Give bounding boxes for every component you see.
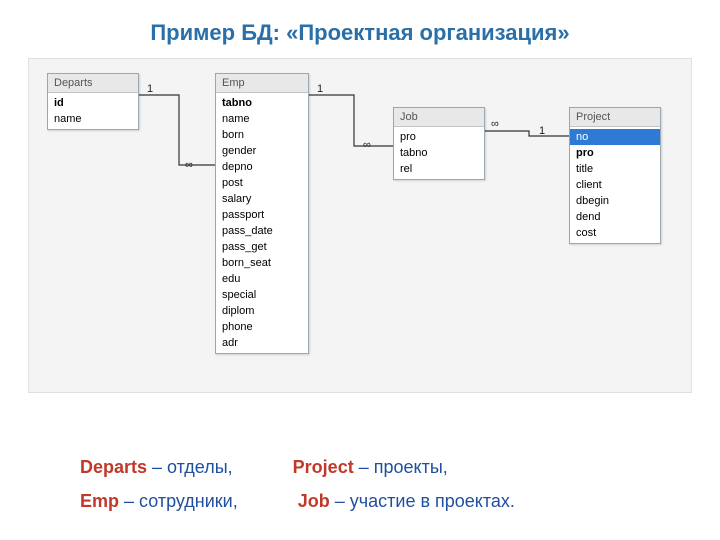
- table-fields: protabnorel: [394, 127, 484, 179]
- cardinality-one: 1: [317, 83, 323, 95]
- er-diagram: 1 ∞ 1 ∞ ∞ 1 Departs idname Emp tabnoname…: [28, 58, 692, 393]
- cardinality-one: 1: [147, 83, 153, 95]
- field-row: tabno: [394, 145, 484, 161]
- cardinality-many: ∞: [363, 139, 371, 151]
- field-row: post: [216, 175, 308, 191]
- cardinality-many: ∞: [185, 159, 193, 171]
- cardinality-one: 1: [539, 125, 545, 137]
- field-row: cost: [570, 225, 660, 241]
- table-departs: Departs idname: [47, 73, 139, 130]
- field-row: tabno: [216, 95, 308, 111]
- table-header: Emp: [216, 74, 308, 93]
- field-row: phone: [216, 319, 308, 335]
- field-row: edu: [216, 271, 308, 287]
- table-emp: Emp tabnonameborngenderdepnopostsalarypa…: [215, 73, 309, 354]
- field-row: depno: [216, 159, 308, 175]
- table-header: Job: [394, 108, 484, 127]
- field-row: pro: [394, 129, 484, 145]
- legend-job: Job – участие в проектах.: [298, 484, 515, 518]
- page-title: Пример БД: «Проектная организация»: [0, 0, 720, 58]
- field-row: pass_date: [216, 223, 308, 239]
- table-project: Project noprotitleclientdbegindendcost: [569, 107, 661, 244]
- field-row: dend: [570, 209, 660, 225]
- table-job: Job protabnorel: [393, 107, 485, 180]
- field-row: title: [570, 161, 660, 177]
- table-fields: idname: [48, 93, 138, 129]
- field-row: no: [570, 129, 660, 145]
- table-fields: tabnonameborngenderdepnopostsalarypasspo…: [216, 93, 308, 353]
- field-row: salary: [216, 191, 308, 207]
- legend: Departs – отделы, Project – проекты, Emp…: [80, 450, 515, 518]
- field-row: diplom: [216, 303, 308, 319]
- table-header: Departs: [48, 74, 138, 93]
- field-row: rel: [394, 161, 484, 177]
- field-row: adr: [216, 335, 308, 351]
- table-fields: noprotitleclientdbegindendcost: [570, 127, 660, 243]
- field-row: pro: [570, 145, 660, 161]
- legend-project: Project – проекты,: [293, 450, 448, 484]
- legend-emp: Emp – сотрудники,: [80, 484, 238, 518]
- field-row: pass_get: [216, 239, 308, 255]
- field-row: special: [216, 287, 308, 303]
- field-row: born: [216, 127, 308, 143]
- table-header: Project: [570, 108, 660, 127]
- field-row: name: [216, 111, 308, 127]
- field-row: gender: [216, 143, 308, 159]
- field-row: client: [570, 177, 660, 193]
- field-row: name: [48, 111, 138, 127]
- field-row: passport: [216, 207, 308, 223]
- cardinality-many: ∞: [491, 118, 499, 130]
- field-row: dbegin: [570, 193, 660, 209]
- legend-departs: Departs – отделы,: [80, 450, 233, 484]
- field-row: born_seat: [216, 255, 308, 271]
- field-row: id: [48, 95, 138, 111]
